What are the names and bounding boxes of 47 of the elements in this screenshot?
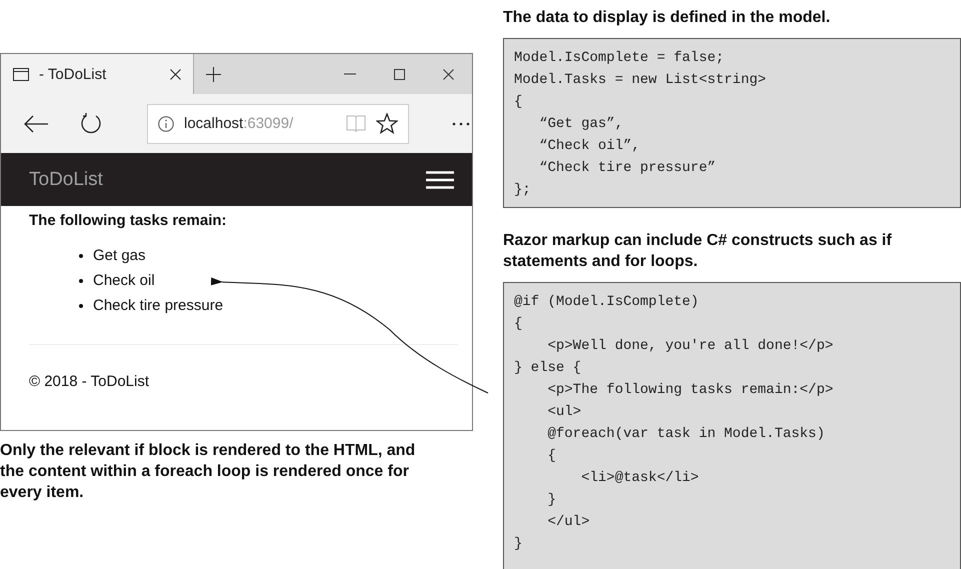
task-item: Get gas [93, 246, 146, 266]
more-icon[interactable] [452, 122, 470, 126]
star-icon[interactable] [376, 113, 398, 134]
code-line: </ul> [546, 513, 591, 532]
code-line: @if (Model.IsComplete) [514, 293, 700, 312]
new-tab-icon[interactable] [206, 66, 221, 82]
code-line: <p>Well done, you're all done!</p> [546, 337, 834, 356]
figure-caption: Razor markup can include C# constructs such as if statements and for loops. [503, 231, 893, 272]
code-line: } [546, 491, 558, 510]
code-line: { [514, 315, 524, 334]
address-bar[interactable]: localhost:63099/ [147, 104, 409, 144]
browser-tab[interactable]: - ToDoList [1, 54, 194, 94]
close-icon[interactable] [443, 68, 454, 80]
figure-caption: Only the relevant if block is rendered to the HTML, and the content within a foreach loop is rendered once for every item. [0, 441, 416, 503]
bullet-icon [79, 304, 83, 308]
window-icon [13, 68, 29, 80]
code-line: }; [514, 181, 532, 200]
maximize-icon[interactable] [394, 68, 405, 80]
bullet-icon [79, 278, 83, 282]
figure-caption: The data to display is defined in the model. [503, 8, 832, 28]
minimize-icon[interactable] [344, 73, 356, 75]
page-heading: The following tasks remain: [29, 212, 228, 229]
code-line: “Check tire pressure” [538, 159, 717, 178]
brand-link[interactable]: ToDoList [29, 168, 103, 190]
code-line: “Get gas”, [538, 115, 624, 134]
code-line: { [546, 447, 558, 466]
task-item: Check oil [93, 271, 155, 291]
code-line: “Check oil”, [538, 137, 642, 156]
refresh-icon[interactable] [79, 112, 103, 136]
menu-icon[interactable] [426, 170, 454, 188]
tab-title: - ToDoList [39, 66, 108, 82]
code-line: Model.Tasks = new List<string> [514, 71, 768, 90]
back-icon[interactable] [23, 114, 49, 132]
code-line: } else { [514, 359, 582, 378]
code-line: <p>The following tasks remain:</p> [546, 381, 834, 400]
code-line: <li>@task</li> [580, 469, 700, 488]
code-line: } [514, 535, 524, 554]
task-item: Check tire pressure [93, 296, 224, 316]
bullet-icon [79, 254, 83, 258]
info-icon[interactable] [158, 116, 174, 132]
footer-text: © 2018 - ToDoList [29, 373, 150, 390]
address-text: localhost:63099/ [184, 115, 294, 132]
close-tab-icon[interactable] [170, 68, 181, 80]
code-line: @foreach(var task in Model.Tasks) [546, 425, 826, 444]
code-line: { [514, 93, 524, 112]
code-line: Model.IsComplete = false; [514, 49, 726, 68]
code-line: <ul> [546, 403, 582, 422]
